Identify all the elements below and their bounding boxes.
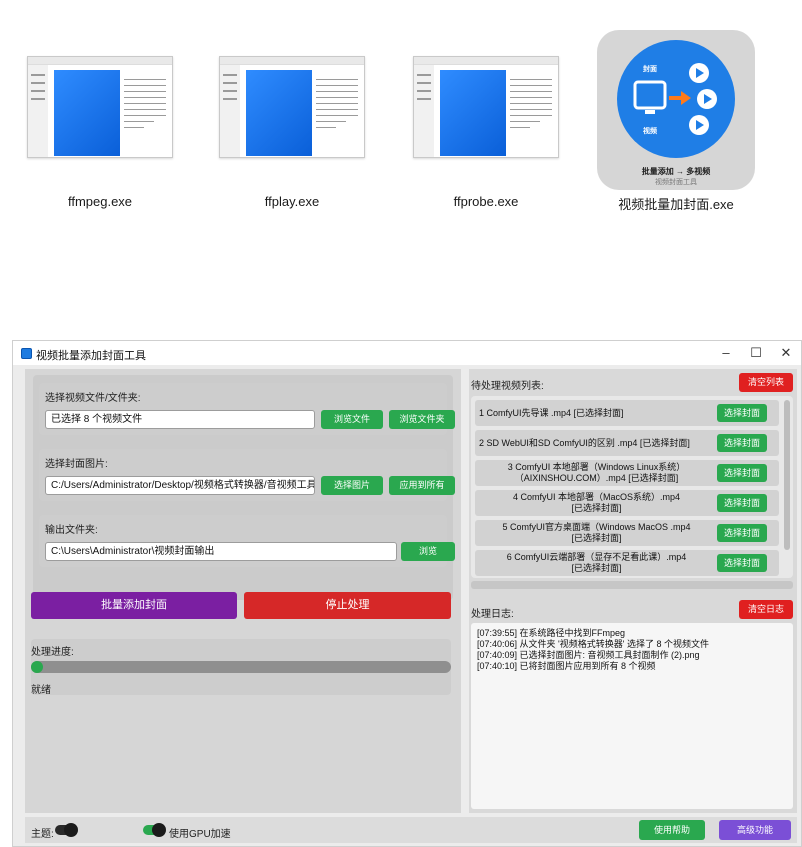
desktop-icon-label: ffmpeg.exe	[67, 194, 133, 209]
toggle-knob	[64, 823, 78, 837]
list-item: 1 ComfyUI先导课 .mp4 [已选择封面] 选择封面	[475, 400, 779, 426]
apply-to-all-button[interactable]: 应用到所有	[389, 476, 455, 495]
app-window: 视频批量添加封面工具 – ☐ ✕ 选择视频文件/文件夹: 已选择 8 个视频文件…	[12, 340, 802, 847]
right-panel: 待处理视频列表: 清空列表 1 ComfyUI先导课 .mp4 [已选择封面] …	[469, 369, 797, 813]
title-bar[interactable]: 视频批量添加封面工具 – ☐ ✕	[13, 341, 801, 365]
app-caption-main: 批量添加 → 多视频	[641, 167, 711, 176]
left-panel: 选择视频文件/文件夹: 已选择 8 个视频文件 浏览文件 浏览文件夹 选择封面图…	[25, 369, 461, 813]
exe-file-icon	[27, 56, 173, 158]
browse-folder-button[interactable]: 浏览文件夹	[389, 410, 455, 429]
video-select-label: 选择视频文件/文件夹:	[45, 393, 141, 404]
clear-log-button[interactable]: 清空日志	[739, 600, 793, 619]
log-line: [07:40:09] 已选择封面图片: 音视频工具封面制作 (2).png	[477, 650, 700, 660]
theme-label: 主题:	[31, 829, 54, 840]
help-button[interactable]: 使用帮助	[639, 820, 705, 840]
gpu-toggle[interactable]	[143, 823, 166, 837]
desktop-icon-label: 视频批量加封面.exe	[618, 197, 734, 212]
queue-horizontal-scrollbar[interactable]	[471, 581, 793, 589]
stop-processing-button[interactable]: 停止处理	[244, 592, 451, 619]
select-cover-button[interactable]: 选择封面	[717, 524, 767, 542]
video-item-text: 2 SD WebUI和SD ComfyUI的区别 .mp4 [已选择封面]	[479, 437, 690, 448]
window-title: 视频批量添加封面工具	[36, 350, 146, 362]
video-item-text: 4 ComfyUI 本地部署（MacOS系统）.mp4 [已选择封面]	[512, 492, 681, 513]
select-cover-button[interactable]: 选择封面	[717, 434, 767, 452]
desktop-icon-label: ffprobe.exe	[453, 194, 519, 209]
app-logo-icon	[21, 348, 32, 359]
advanced-button[interactable]: 高级功能	[719, 820, 791, 840]
browse-output-button[interactable]: 浏览	[401, 542, 455, 561]
log-label: 处理日志:	[471, 609, 514, 620]
select-image-button[interactable]: 选择图片	[321, 476, 383, 495]
desktop-icon-cover-tool[interactable]: 封面 视频 批量添加 → 多视频 视频封面工具 视频批量加封面.exe	[586, 0, 766, 215]
badge-bottom-text: 视频	[643, 128, 657, 135]
gpu-label: 使用GPU加速	[169, 829, 231, 840]
video-item-text: 6 ComfyUI云端部署（显存不足看此课）.mp4 [已选择封面]	[506, 552, 687, 573]
progress-fill	[31, 661, 43, 673]
app-caption-sub: 视频封面工具	[655, 179, 697, 186]
desktop-icon-ffprobe[interactable]: ffprobe.exe	[396, 0, 576, 215]
log-line: [07:39:55] 在系统路径中找到FFmpeg	[477, 628, 626, 638]
video-item-text: 5 ComfyUI官方桌面端（Windows MacOS .mp4 [已选择封面]	[502, 522, 691, 543]
queue-scrollbar[interactable]	[784, 400, 790, 550]
browse-file-button[interactable]: 浏览文件	[321, 410, 383, 429]
video-item-text: 3 ComfyUI 本地部署（Windows Linux系统） （AIXINSHO…	[507, 462, 686, 483]
output-path-field[interactable]: C:\Users\Administrator\视频封面输出	[45, 542, 397, 561]
app-icon: 封面 视频 批量添加 → 多视频 视频封面工具	[597, 30, 755, 190]
cover-path-field[interactable]: C:/Users/Administrator/Desktop/视频格式转换器/音…	[45, 476, 315, 495]
clear-list-button[interactable]: 清空列表	[739, 373, 793, 392]
output-folder-label: 输出文件夹:	[45, 525, 98, 536]
desktop-icon-ffmpeg[interactable]: ffmpeg.exe	[10, 0, 190, 215]
progress-bar	[31, 661, 451, 673]
desktop-icon-ffplay[interactable]: ffplay.exe	[202, 0, 382, 215]
list-item: 5 ComfyUI官方桌面端（Windows MacOS .mp4 [已选择封面]…	[475, 520, 779, 546]
video-item-text: 1 ComfyUI先导课 .mp4 [已选择封面]	[479, 407, 624, 418]
minimize-button[interactable]: –	[714, 344, 738, 362]
log-line: [07:40:10] 已将封面图片应用到所有 8 个视频	[477, 661, 656, 671]
select-cover-button[interactable]: 选择封面	[717, 554, 767, 572]
toggle-knob	[152, 823, 166, 837]
footer-bar: 主题: 使用GPU加速 使用帮助 高级功能	[25, 817, 797, 843]
log-line: [07:40:06] 从文件夹 '视频格式转换器' 选择了 8 个视频文件	[477, 639, 709, 649]
select-cover-button[interactable]: 选择封面	[717, 404, 767, 422]
select-cover-button[interactable]: 选择封面	[717, 494, 767, 512]
cover-select-section: 选择封面图片: C:/Users/Administrator/Desktop/视…	[39, 449, 455, 501]
video-cover-icon	[633, 63, 717, 135]
exe-file-icon	[219, 56, 365, 158]
list-item: 6 ComfyUI云端部署（显存不足看此课）.mp4 [已选择封面] 选择封面	[475, 550, 779, 576]
start-batch-button[interactable]: 批量添加封面	[31, 592, 237, 619]
theme-toggle[interactable]	[55, 823, 78, 837]
list-item: 3 ComfyUI 本地部署（Windows Linux系统） （AIXINSHO…	[475, 460, 779, 486]
cover-select-label: 选择封面图片:	[45, 459, 108, 470]
list-item: 2 SD WebUI和SD ComfyUI的区别 .mp4 [已选择封面] 选择…	[475, 430, 779, 456]
video-path-field[interactable]: 已选择 8 个视频文件	[45, 410, 315, 429]
log-output[interactable]: [07:39:55] 在系统路径中找到FFmpeg [07:40:06] 从文件…	[471, 623, 793, 809]
status-text: 就绪	[31, 685, 51, 696]
progress-section: 处理进度: 就绪	[31, 639, 451, 696]
select-cover-button[interactable]: 选择封面	[717, 464, 767, 482]
desktop-icon-label: ffplay.exe	[264, 194, 320, 209]
close-button[interactable]: ✕	[774, 344, 798, 362]
video-select-section: 选择视频文件/文件夹: 已选择 8 个视频文件 浏览文件 浏览文件夹	[39, 383, 455, 435]
progress-label: 处理进度:	[31, 647, 74, 658]
queue-label: 待处理视频列表:	[471, 381, 544, 392]
output-select-section: 输出文件夹: C:\Users\Administrator\视频封面输出 浏览	[39, 515, 455, 567]
badge-top-text: 封面	[643, 66, 657, 73]
maximize-button[interactable]: ☐	[744, 344, 768, 362]
list-item: 4 ComfyUI 本地部署（MacOS系统）.mp4 [已选择封面] 选择封面	[475, 490, 779, 516]
exe-file-icon	[413, 56, 559, 158]
video-queue-list: 1 ComfyUI先导课 .mp4 [已选择封面] 选择封面 2 SD WebU…	[471, 396, 793, 578]
